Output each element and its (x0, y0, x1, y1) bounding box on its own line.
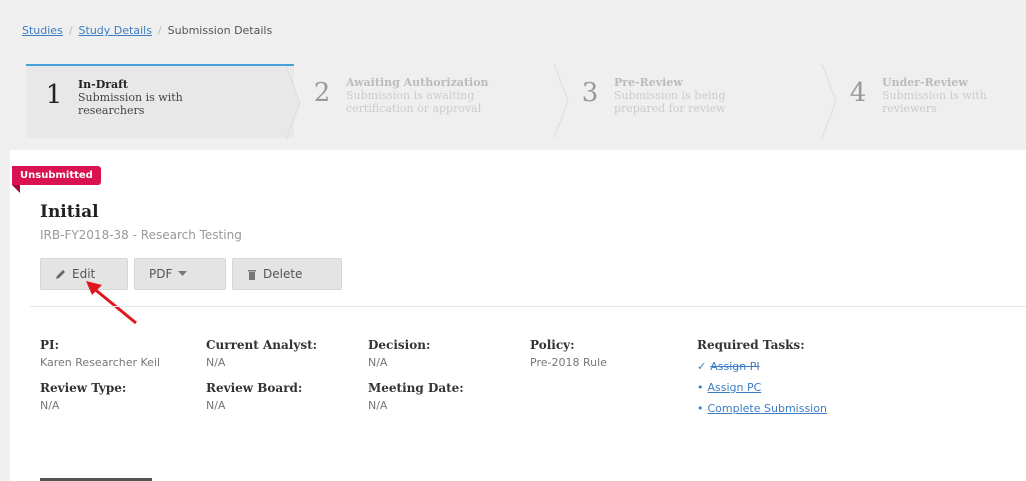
caret-down-icon (178, 271, 188, 276)
trash-icon (248, 269, 256, 280)
pi-column: PI: Karen Researcher Keil Review Type: N… (40, 338, 160, 424)
task-item: ✓ Assign PI (697, 360, 827, 373)
breadcrumb: Studies / Study Details / Submission Det… (22, 24, 272, 37)
step-number: 4 (849, 78, 867, 108)
field-label: Policy: (530, 338, 575, 352)
step-description: Submission is with (78, 91, 183, 104)
step-number: 1 (45, 80, 63, 110)
field-value: N/A (368, 356, 388, 369)
field-value: N/A (368, 399, 388, 412)
breadcrumb-study-details-link[interactable]: Study Details (79, 24, 152, 37)
arrow-annotation-icon (86, 281, 137, 325)
step-title: Under-Review (882, 76, 968, 89)
page-title: Initial (40, 202, 99, 222)
page-subtitle: IRB-FY2018-38 - Research Testing (40, 228, 242, 242)
pencil-icon (56, 269, 65, 279)
field-label: Review Type: (40, 381, 127, 395)
field-label: Review Board: (206, 381, 303, 395)
step-number: 3 (581, 78, 599, 108)
task-link-assign-pi[interactable]: Assign PI (710, 360, 759, 373)
breadcrumb-separator: / (68, 24, 73, 37)
bullet-icon: • (697, 402, 704, 415)
analyst-column: Current Analyst: N/A Review Board: N/A (206, 338, 317, 424)
required-tasks-label: Required Tasks: (697, 338, 805, 352)
breadcrumb-separator: / (157, 24, 162, 37)
field-label: Meeting Date: (368, 381, 464, 395)
step-title: In-Draft (78, 78, 128, 91)
delete-button-label: Delete (263, 267, 303, 281)
step-description: certification or approval (346, 102, 482, 115)
step-pre-review: 3 Pre-Review Submission is being prepare… (562, 64, 837, 138)
field-value: N/A (206, 356, 226, 369)
field-label: PI: (40, 338, 60, 352)
pdf-dropdown-button[interactable]: PDF (134, 258, 226, 290)
step-title: Awaiting Authorization (346, 76, 489, 89)
top-region: Studies / Study Details / Submission Det… (0, 0, 1026, 150)
task-item: • Complete Submission (697, 402, 827, 415)
breadcrumb-studies-link[interactable]: Studies (22, 24, 63, 37)
field-label: Current Analyst: (206, 338, 318, 352)
step-description: reviewers (882, 102, 937, 115)
task-link-assign-pc[interactable]: Assign PC (708, 381, 762, 394)
checkmark-icon: ✓ (697, 360, 707, 373)
field-value: Pre-2018 Rule (530, 356, 607, 369)
decision-column: Decision: N/A Meeting Date: N/A (368, 338, 464, 424)
task-link-complete-submission[interactable]: Complete Submission (708, 402, 827, 415)
field-value: N/A (40, 399, 60, 412)
step-description: Submission is being (614, 89, 726, 102)
field-value: Karen Researcher Keil (40, 356, 161, 369)
status-badge: Unsubmitted (12, 166, 101, 193)
step-description: prepared for review (614, 102, 726, 115)
bullet-icon: • (697, 381, 704, 394)
step-description: Submission is awaiting (346, 89, 475, 102)
delete-button[interactable]: Delete (232, 258, 342, 290)
breadcrumb-current: Submission Details (167, 24, 273, 37)
policy-column: Policy: Pre-2018 Rule (530, 338, 607, 381)
divider (30, 306, 1026, 307)
step-description: Submission is with (882, 89, 987, 102)
step-under-review: 4 Under-Review Submission is with review… (830, 64, 1026, 138)
workflow-steps: 1 In-Draft Submission is with researcher… (26, 64, 1026, 150)
step-description: researchers (78, 104, 145, 117)
step-awaiting-authorization: 2 Awaiting Authorization Submission is a… (294, 64, 569, 138)
step-in-draft: 1 In-Draft Submission is with researcher… (26, 64, 301, 140)
step-title: Pre-Review (614, 76, 683, 89)
required-tasks: Required Tasks: ✓ Assign PI • Assign PC • C… (697, 338, 827, 415)
field-label: Decision: (368, 338, 431, 352)
submission-card (10, 150, 1026, 481)
edit-button-label: Edit (72, 267, 96, 281)
step-number: 2 (313, 78, 331, 108)
task-item: • Assign PC (697, 381, 827, 394)
pdf-button-label: PDF (149, 267, 173, 281)
field-value: N/A (206, 399, 226, 412)
